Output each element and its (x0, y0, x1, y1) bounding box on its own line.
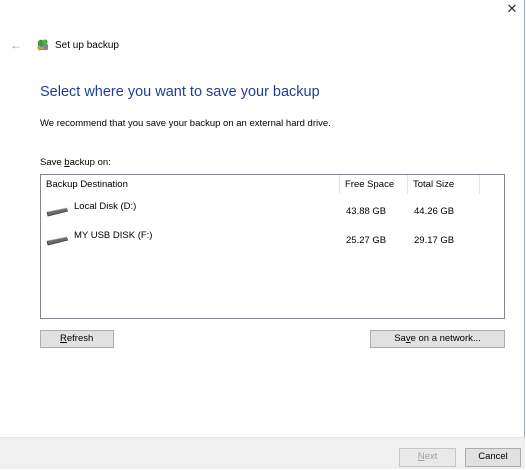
window-title: Set up backup (55, 40, 119, 51)
refresh-button[interactable]: Refresh (40, 330, 114, 348)
cancel-button[interactable]: Cancel (465, 448, 521, 467)
destination-name: Local Disk (D:) (74, 201, 137, 212)
backup-wizard-icon (37, 39, 48, 51)
column-header-free-space[interactable]: Free Space (340, 175, 408, 194)
back-arrow-icon[interactable]: ← (10, 38, 22, 52)
list-item[interactable]: MY USB DISK (F:) 25.27 GB 29.17 GB (41, 227, 504, 249)
backup-dialog: ✕ ← Set up backup Select where you want … (0, 0, 525, 469)
description-text: We recommend that you save your backup o… (40, 118, 331, 129)
close-icon[interactable]: ✕ (505, 2, 519, 16)
drive-icon (46, 207, 69, 217)
page-heading: Select where you want to save your backu… (40, 84, 320, 100)
column-header-destination[interactable]: Backup Destination (41, 175, 340, 194)
save-on-network-button[interactable]: Save on a network... (370, 330, 505, 348)
free-space-value: 25.27 GB (346, 235, 387, 246)
backup-destination-list[interactable]: Backup Destination Free Space Total Size… (40, 174, 505, 319)
list-header: Backup Destination Free Space Total Size (41, 175, 504, 194)
drive-icon (46, 236, 69, 246)
total-size-value: 44.26 GB (414, 206, 455, 217)
next-button[interactable]: Next (399, 448, 456, 467)
save-backup-label: Save backup on: (40, 157, 111, 168)
list-item[interactable]: Local Disk (D:) 43.88 GB 44.26 GB (41, 198, 504, 220)
total-size-value: 29.17 GB (414, 235, 455, 246)
destination-name: MY USB DISK (F:) (74, 230, 153, 241)
column-header-total-size[interactable]: Total Size (408, 175, 480, 194)
dialog-footer: Next Cancel (0, 437, 525, 469)
free-space-value: 43.88 GB (346, 206, 387, 217)
